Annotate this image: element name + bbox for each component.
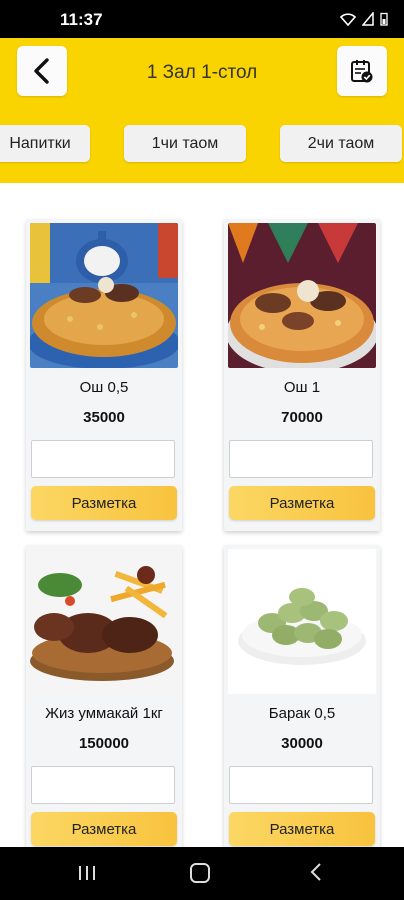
quantity-input[interactable] [31, 440, 175, 478]
recents-icon[interactable] [79, 866, 95, 880]
product-name: Ош 0,5 [79, 379, 129, 396]
category-tab-second-course[interactable]: 2чи таом [280, 125, 402, 162]
status-time: 11:37 [60, 10, 103, 29]
mark-button[interactable]: Разметка [31, 486, 177, 520]
product-name: Жиз уммакай 1кг [45, 705, 163, 722]
category-tab-drinks[interactable]: Напитки [0, 125, 90, 162]
product-image [30, 549, 178, 694]
header: 1 Зал 1-стол Напитки 1чи таом 2чи таом [0, 38, 404, 183]
mark-button[interactable]: Разметка [31, 812, 177, 846]
quantity-input[interactable] [31, 766, 175, 804]
product-grid: Ош 0,5 35000 Разметка Ош 1 70000 Разметк… [0, 183, 404, 847]
back-icon[interactable] [310, 863, 322, 881]
product-name: Ош 1 [283, 379, 321, 396]
wifi-icon [340, 13, 356, 26]
product-price: 70000 [281, 409, 323, 426]
quantity-input[interactable] [229, 766, 373, 804]
calendar-check-icon [351, 60, 373, 83]
product-image [30, 223, 178, 368]
status-icons [340, 12, 388, 26]
status-bar: 11:37 [0, 0, 404, 38]
product-price: 30000 [281, 735, 323, 752]
product-price: 35000 [83, 409, 125, 426]
mark-button[interactable]: Разметка [229, 812, 375, 846]
product-image [228, 223, 376, 368]
product-image [228, 549, 376, 694]
calendar-check-button[interactable] [337, 46, 387, 96]
back-button[interactable] [17, 46, 67, 96]
product-price: 150000 [78, 735, 130, 752]
page-title: 1 Зал 1-стол [146, 62, 258, 83]
quantity-input[interactable] [229, 440, 373, 478]
mark-button[interactable]: Разметка [229, 486, 375, 520]
back-arrow-icon [34, 58, 49, 84]
product-card[interactable]: Ош 1 70000 Разметка [224, 219, 380, 531]
home-icon[interactable] [190, 863, 210, 883]
battery-icon [380, 12, 388, 26]
product-card[interactable]: Жиз уммакай 1кг 150000 Разметка [26, 545, 182, 847]
category-tab-first-course[interactable]: 1чи таом [124, 125, 246, 162]
product-card[interactable]: Ош 0,5 35000 Разметка [26, 219, 182, 531]
system-nav-bar [0, 847, 404, 900]
product-name: Барак 0,5 [268, 705, 336, 722]
product-card[interactable]: Барак 0,5 30000 Разметка [224, 545, 380, 847]
signal-icon [362, 12, 374, 26]
